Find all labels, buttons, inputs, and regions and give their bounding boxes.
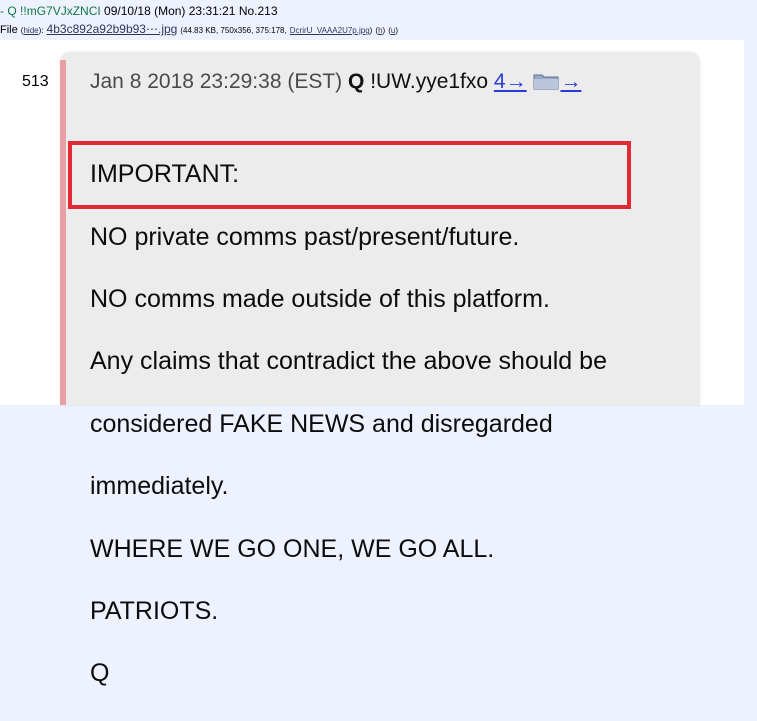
page-edge (744, 40, 757, 405)
post-datetime: 09/10/18 (Mon) 23:31:21 (104, 4, 236, 18)
original-filename-link[interactable]: DcrirU_VAAA2U7p.jpg (290, 26, 370, 35)
poster-name: Q (7, 4, 17, 18)
file-label: File (0, 24, 18, 36)
highlight-box (68, 141, 631, 209)
post-header: - Q !!mG7VJxZNCI 09/10/18 (Mon) 23:31:21… (0, 3, 757, 19)
embedded-image[interactable]: 513 Jan 8 2018 23:29:38 (EST) Q !UW.yye1… (0, 40, 757, 687)
file-meta: (44.83 KB, 750x356, 375:178, (180, 26, 287, 35)
h-link[interactable]: h (378, 26, 382, 35)
folder-arrow-link[interactable]: → (560, 70, 581, 93)
quoted-post: Jan 8 2018 23:29:38 (EST) Q !UW.yye1fxo … (60, 52, 700, 687)
body-line: WHERE WE GO ONE, WE GO ALL. (90, 534, 495, 563)
reply-link[interactable]: 4→ (494, 70, 527, 93)
file-info: File (hide): 4b3c892a92b9b93⋯.jpg (44.83… (0, 22, 399, 36)
poster-tripcode: !!mG7VJxZNCI (20, 4, 101, 18)
body-line: considered FAKE NEWS and disregarded (90, 409, 553, 438)
quoted-post-body: IMPORTANT: NO private comms past/present… (90, 128, 607, 721)
body-line: Any claims that contradict the above sho… (90, 347, 607, 376)
post-accent-bar (60, 60, 66, 405)
u-link[interactable]: u (391, 26, 395, 35)
body-line: Q (90, 659, 110, 688)
file-name-link[interactable]: 4b3c892a92b9b93⋯.jpg (47, 22, 178, 36)
quoted-post-date: Jan 8 2018 23:29:38 (EST) (90, 70, 343, 93)
body-line: PATRIOTS. (90, 597, 219, 626)
folder-icon[interactable] (533, 72, 559, 90)
body-line: NO private comms past/present/future. (90, 222, 520, 251)
post-number-link[interactable]: No.213 (239, 4, 278, 18)
body-line: immediately. (90, 472, 229, 501)
hide-file-link[interactable]: hide (23, 26, 38, 35)
quoted-post-header: Jan 8 2018 23:29:38 (EST) Q !UW.yye1fxo … (90, 70, 581, 94)
quoted-post-number: 513 (22, 73, 49, 90)
body-line: NO comms made outside of this platform. (90, 285, 550, 314)
quoted-post-name: Q (348, 70, 365, 93)
quoted-post-trip: !UW.yye1fxo (370, 70, 489, 93)
